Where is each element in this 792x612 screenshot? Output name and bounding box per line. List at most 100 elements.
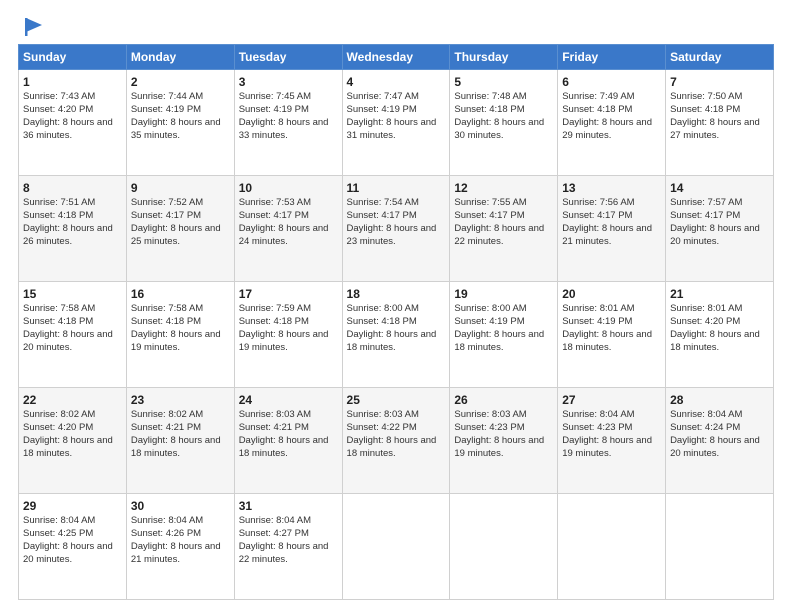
sunset-text: Sunset: 4:18 PM bbox=[131, 316, 201, 327]
calendar-day-cell bbox=[342, 494, 450, 600]
sunset-text: Sunset: 4:18 PM bbox=[239, 316, 309, 327]
daylight-text: Daylight: 8 hours and 20 minutes. bbox=[670, 223, 760, 247]
daylight-text: Daylight: 8 hours and 22 minutes. bbox=[454, 223, 544, 247]
calendar-day-cell: 30Sunrise: 8:04 AMSunset: 4:26 PMDayligh… bbox=[126, 494, 234, 600]
day-number: 11 bbox=[347, 180, 446, 196]
day-number: 26 bbox=[454, 392, 553, 408]
sunset-text: Sunset: 4:20 PM bbox=[23, 422, 93, 433]
daylight-text: Daylight: 8 hours and 35 minutes. bbox=[131, 117, 221, 141]
daylight-text: Daylight: 8 hours and 21 minutes. bbox=[131, 541, 221, 565]
calendar-day-cell: 17Sunrise: 7:59 AMSunset: 4:18 PMDayligh… bbox=[234, 282, 342, 388]
sunrise-text: Sunrise: 7:47 AM bbox=[347, 91, 419, 102]
sunset-text: Sunset: 4:21 PM bbox=[131, 422, 201, 433]
logo-text bbox=[18, 16, 44, 38]
day-number: 20 bbox=[562, 286, 661, 302]
calendar-day-cell: 16Sunrise: 7:58 AMSunset: 4:18 PMDayligh… bbox=[126, 282, 234, 388]
sunrise-text: Sunrise: 8:02 AM bbox=[131, 409, 203, 420]
day-number: 15 bbox=[23, 286, 122, 302]
daylight-text: Daylight: 8 hours and 31 minutes. bbox=[347, 117, 437, 141]
day-number: 30 bbox=[131, 498, 230, 514]
day-number: 10 bbox=[239, 180, 338, 196]
sunrise-text: Sunrise: 7:59 AM bbox=[239, 303, 311, 314]
calendar-day-cell: 31Sunrise: 8:04 AMSunset: 4:27 PMDayligh… bbox=[234, 494, 342, 600]
daylight-text: Daylight: 8 hours and 19 minutes. bbox=[131, 329, 221, 353]
calendar-table: SundayMondayTuesdayWednesdayThursdayFrid… bbox=[18, 44, 774, 600]
sunset-text: Sunset: 4:19 PM bbox=[239, 104, 309, 115]
calendar-day-cell: 4Sunrise: 7:47 AMSunset: 4:19 PMDaylight… bbox=[342, 70, 450, 176]
day-number: 31 bbox=[239, 498, 338, 514]
sunset-text: Sunset: 4:23 PM bbox=[562, 422, 632, 433]
calendar-day-cell: 6Sunrise: 7:49 AMSunset: 4:18 PMDaylight… bbox=[558, 70, 666, 176]
sunset-text: Sunset: 4:23 PM bbox=[454, 422, 524, 433]
daylight-text: Daylight: 8 hours and 25 minutes. bbox=[131, 223, 221, 247]
sunset-text: Sunset: 4:21 PM bbox=[239, 422, 309, 433]
calendar-day-cell: 2Sunrise: 7:44 AMSunset: 4:19 PMDaylight… bbox=[126, 70, 234, 176]
sunset-text: Sunset: 4:27 PM bbox=[239, 528, 309, 539]
day-number: 27 bbox=[562, 392, 661, 408]
sunrise-text: Sunrise: 8:02 AM bbox=[23, 409, 95, 420]
daylight-text: Daylight: 8 hours and 36 minutes. bbox=[23, 117, 113, 141]
sunrise-text: Sunrise: 8:00 AM bbox=[347, 303, 419, 314]
sunrise-text: Sunrise: 7:45 AM bbox=[239, 91, 311, 102]
day-number: 12 bbox=[454, 180, 553, 196]
sunset-text: Sunset: 4:19 PM bbox=[347, 104, 417, 115]
sunrise-text: Sunrise: 8:04 AM bbox=[23, 515, 95, 526]
logo bbox=[18, 16, 44, 34]
sunrise-text: Sunrise: 8:01 AM bbox=[562, 303, 634, 314]
day-number: 9 bbox=[131, 180, 230, 196]
daylight-text: Daylight: 8 hours and 20 minutes. bbox=[23, 329, 113, 353]
daylight-text: Daylight: 8 hours and 29 minutes. bbox=[562, 117, 652, 141]
calendar-week-row: 22Sunrise: 8:02 AMSunset: 4:20 PMDayligh… bbox=[19, 388, 774, 494]
daylight-text: Daylight: 8 hours and 18 minutes. bbox=[670, 329, 760, 353]
daylight-text: Daylight: 8 hours and 18 minutes. bbox=[239, 435, 329, 459]
calendar-day-header: Sunday bbox=[19, 45, 127, 70]
daylight-text: Daylight: 8 hours and 26 minutes. bbox=[23, 223, 113, 247]
sunrise-text: Sunrise: 8:03 AM bbox=[239, 409, 311, 420]
calendar-day-cell: 23Sunrise: 8:02 AMSunset: 4:21 PMDayligh… bbox=[126, 388, 234, 494]
daylight-text: Daylight: 8 hours and 18 minutes. bbox=[131, 435, 221, 459]
daylight-text: Daylight: 8 hours and 27 minutes. bbox=[670, 117, 760, 141]
daylight-text: Daylight: 8 hours and 18 minutes. bbox=[562, 329, 652, 353]
daylight-text: Daylight: 8 hours and 19 minutes. bbox=[562, 435, 652, 459]
sunset-text: Sunset: 4:18 PM bbox=[670, 104, 740, 115]
calendar-day-cell: 1Sunrise: 7:43 AMSunset: 4:20 PMDaylight… bbox=[19, 70, 127, 176]
sunset-text: Sunset: 4:18 PM bbox=[562, 104, 632, 115]
sunrise-text: Sunrise: 7:53 AM bbox=[239, 197, 311, 208]
daylight-text: Daylight: 8 hours and 19 minutes. bbox=[454, 435, 544, 459]
daylight-text: Daylight: 8 hours and 18 minutes. bbox=[454, 329, 544, 353]
day-number: 25 bbox=[347, 392, 446, 408]
sunrise-text: Sunrise: 7:56 AM bbox=[562, 197, 634, 208]
sunset-text: Sunset: 4:18 PM bbox=[23, 210, 93, 221]
calendar-day-cell bbox=[558, 494, 666, 600]
sunset-text: Sunset: 4:17 PM bbox=[239, 210, 309, 221]
day-number: 5 bbox=[454, 74, 553, 90]
sunrise-text: Sunrise: 8:00 AM bbox=[454, 303, 526, 314]
calendar-day-cell: 5Sunrise: 7:48 AMSunset: 4:18 PMDaylight… bbox=[450, 70, 558, 176]
calendar-day-cell: 11Sunrise: 7:54 AMSunset: 4:17 PMDayligh… bbox=[342, 176, 450, 282]
sunset-text: Sunset: 4:25 PM bbox=[23, 528, 93, 539]
sunset-text: Sunset: 4:19 PM bbox=[562, 316, 632, 327]
daylight-text: Daylight: 8 hours and 20 minutes. bbox=[670, 435, 760, 459]
day-number: 13 bbox=[562, 180, 661, 196]
calendar-day-cell: 29Sunrise: 8:04 AMSunset: 4:25 PMDayligh… bbox=[19, 494, 127, 600]
sunrise-text: Sunrise: 7:51 AM bbox=[23, 197, 95, 208]
day-number: 22 bbox=[23, 392, 122, 408]
calendar-header-row: SundayMondayTuesdayWednesdayThursdayFrid… bbox=[19, 45, 774, 70]
calendar-day-cell: 9Sunrise: 7:52 AMSunset: 4:17 PMDaylight… bbox=[126, 176, 234, 282]
sunrise-text: Sunrise: 7:43 AM bbox=[23, 91, 95, 102]
calendar-week-row: 29Sunrise: 8:04 AMSunset: 4:25 PMDayligh… bbox=[19, 494, 774, 600]
calendar-week-row: 8Sunrise: 7:51 AMSunset: 4:18 PMDaylight… bbox=[19, 176, 774, 282]
sunrise-text: Sunrise: 7:58 AM bbox=[23, 303, 95, 314]
calendar-day-cell: 27Sunrise: 8:04 AMSunset: 4:23 PMDayligh… bbox=[558, 388, 666, 494]
sunrise-text: Sunrise: 7:50 AM bbox=[670, 91, 742, 102]
calendar-day-cell: 8Sunrise: 7:51 AMSunset: 4:18 PMDaylight… bbox=[19, 176, 127, 282]
sunset-text: Sunset: 4:26 PM bbox=[131, 528, 201, 539]
logo-flag-icon bbox=[22, 16, 44, 38]
calendar-day-cell: 28Sunrise: 8:04 AMSunset: 4:24 PMDayligh… bbox=[666, 388, 774, 494]
sunset-text: Sunset: 4:17 PM bbox=[347, 210, 417, 221]
day-number: 7 bbox=[670, 74, 769, 90]
sunrise-text: Sunrise: 7:57 AM bbox=[670, 197, 742, 208]
calendar-day-cell: 14Sunrise: 7:57 AMSunset: 4:17 PMDayligh… bbox=[666, 176, 774, 282]
daylight-text: Daylight: 8 hours and 18 minutes. bbox=[347, 329, 437, 353]
calendar-day-cell: 22Sunrise: 8:02 AMSunset: 4:20 PMDayligh… bbox=[19, 388, 127, 494]
